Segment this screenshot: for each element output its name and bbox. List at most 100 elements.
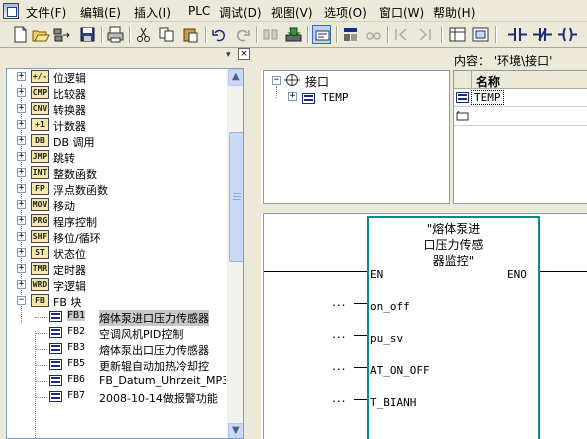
pin-icon[interactable]: ▾ xyxy=(226,50,231,60)
expand-icon[interactable]: + xyxy=(17,184,26,193)
copy-icon[interactable] xyxy=(157,25,176,44)
table-cell[interactable]: TEMP xyxy=(471,90,504,105)
input-pin[interactable]: T_BIANH xyxy=(370,396,416,409)
fb-item[interactable]: FB5 更新辊自动加热冷却控 xyxy=(7,357,226,373)
menu-plc[interactable]: PLC xyxy=(188,4,210,18)
expand-icon[interactable]: + xyxy=(17,216,26,225)
tree-item-word-logic[interactable]: + WRD 字逻辑 xyxy=(7,277,226,293)
input-pin[interactable]: pu_sv xyxy=(370,332,403,345)
menu-help[interactable]: 帮助(H) xyxy=(433,4,475,21)
menu-file[interactable]: 文件(F) xyxy=(26,4,66,21)
tree-item-converter[interactable]: + CNV 转换器 xyxy=(7,101,226,117)
param-wire xyxy=(354,399,367,400)
table-row[interactable] xyxy=(454,108,587,126)
expand-icon[interactable]: + xyxy=(17,168,26,177)
contact-nc-icon[interactable] xyxy=(533,25,552,44)
expand-icon[interactable]: + xyxy=(17,120,26,129)
tree-item-timers[interactable]: + TMR 定时器 xyxy=(7,261,226,277)
app-icon[interactable] xyxy=(3,3,19,19)
tree-item-bit-logic[interactable]: + +/- 位逻辑 xyxy=(7,69,226,85)
input-pin[interactable]: on_off xyxy=(370,300,410,313)
new-icon[interactable] xyxy=(11,25,30,44)
ladder-editor[interactable]: "熔体泵进 口压力传感 器监控" EN ENO on_off pu_sv AT_… xyxy=(263,213,587,439)
expand-icon[interactable]: + xyxy=(17,248,26,257)
interface-label[interactable]: 接口 xyxy=(305,73,329,90)
tree-item-counter[interactable]: + +1 计数器 xyxy=(7,117,226,133)
function-block[interactable]: "熔体泵进 口压力传感 器监控" EN ENO on_off pu_sv AT_… xyxy=(367,216,540,439)
fb-item[interactable]: FB2 空调风机PID控制 xyxy=(7,325,226,341)
undo-icon[interactable] xyxy=(210,25,229,44)
tree-item-jump[interactable]: + JMP 跳转 xyxy=(7,149,226,165)
en-pin[interactable]: EN xyxy=(370,268,383,281)
tree-item-move[interactable]: + MOV 移动 xyxy=(7,197,226,213)
online-icon[interactable] xyxy=(261,25,280,44)
fb-item[interactable]: FB3 熔体泵出口压力传感器 xyxy=(7,341,226,357)
fb-number: FB2 xyxy=(67,326,86,337)
paste-icon[interactable] xyxy=(181,25,200,44)
contact-no-icon[interactable] xyxy=(508,25,527,44)
param-placeholder[interactable]: ... xyxy=(332,327,346,341)
tree-item-program-control[interactable]: + PRG 程序控制 xyxy=(7,213,226,229)
menu-debug[interactable]: 调试(D) xyxy=(219,4,262,21)
menu-window[interactable]: 窗口(W) xyxy=(379,4,424,21)
scroll-up-button[interactable]: ▲ xyxy=(228,69,243,86)
tree-item-db-call[interactable]: + DB DB 调用 xyxy=(7,133,226,149)
next-icon[interactable] xyxy=(415,25,434,44)
param-placeholder[interactable]: ... xyxy=(332,391,346,405)
coil-icon[interactable] xyxy=(558,25,577,44)
vertical-scrollbar[interactable]: ▲ ▼ xyxy=(227,69,243,438)
close-icon[interactable]: × xyxy=(238,48,250,60)
tree-item-shift-rotate[interactable]: + SHF 移位/循环 xyxy=(7,229,226,245)
menu-options[interactable]: 选项(O) xyxy=(324,4,367,21)
expand-icon[interactable]: + xyxy=(17,280,26,289)
library-icon: CMP xyxy=(31,86,49,99)
monitor-icon[interactable] xyxy=(341,25,360,44)
temp-label[interactable]: TEMP xyxy=(322,91,349,104)
column-name-header[interactable]: 名称 xyxy=(476,73,500,90)
scroll-thumb[interactable] xyxy=(229,132,243,262)
cut-icon[interactable] xyxy=(134,25,153,44)
expand-icon[interactable]: + xyxy=(17,152,26,161)
expand-icon[interactable]: + xyxy=(17,136,26,145)
tree-item-fb-blocks[interactable]: − FB FB 块 xyxy=(7,293,226,309)
view-icon[interactable] xyxy=(448,25,467,44)
collapse-icon[interactable]: − xyxy=(272,76,281,85)
menu-insert[interactable]: 插入(I) xyxy=(134,4,171,21)
vertical-splitter[interactable] xyxy=(253,48,261,439)
expand-icon[interactable]: + xyxy=(17,200,26,209)
horizontal-splitter[interactable] xyxy=(261,204,587,213)
menu-edit[interactable]: 编辑(E) xyxy=(80,4,121,21)
print-icon[interactable] xyxy=(106,25,125,44)
network-icon[interactable] xyxy=(52,25,71,44)
download-icon[interactable] xyxy=(284,25,303,44)
param-placeholder[interactable]: ... xyxy=(332,359,346,373)
open-icon[interactable] xyxy=(31,25,50,44)
redo-icon[interactable] xyxy=(233,25,252,44)
param-placeholder[interactable]: ... xyxy=(332,295,346,309)
tree-item-float-function[interactable]: + FP 浮点数函数 xyxy=(7,181,226,197)
fb-item[interactable]: FB6 FB_Datum_Uhrzeit_MP3 xyxy=(7,373,226,389)
expand-icon[interactable]: + xyxy=(17,232,26,241)
tree-item-comparator[interactable]: + CMP 比较器 xyxy=(7,85,226,101)
table-row[interactable]: TEMP xyxy=(454,89,587,107)
eno-pin[interactable]: ENO xyxy=(507,268,527,281)
tree-item-status-bits[interactable]: + ST 状态位 xyxy=(7,245,226,261)
expand-icon[interactable]: + xyxy=(17,264,26,273)
zoom-icon[interactable] xyxy=(471,25,490,44)
expand-icon[interactable]: + xyxy=(17,104,26,113)
fb-item[interactable]: FB1 熔体泵进口压力传感器 xyxy=(7,309,226,326)
overview-icon[interactable] xyxy=(312,25,331,44)
expand-icon[interactable]: + xyxy=(17,72,26,81)
glasses-icon[interactable] xyxy=(364,25,383,44)
scroll-down-button[interactable]: ▼ xyxy=(228,423,243,438)
menu-view[interactable]: 视图(V) xyxy=(271,4,313,21)
expand-icon[interactable]: + xyxy=(17,88,26,97)
input-pin[interactable]: AT_ON_OFF xyxy=(370,364,430,377)
tree-item-integer-function[interactable]: + INT 整数函数 xyxy=(7,165,226,181)
library-icon: ST xyxy=(31,246,49,259)
prev-icon[interactable] xyxy=(392,25,411,44)
fb-item[interactable]: FB7 2008-10-14做报警功能 xyxy=(7,389,226,405)
expand-icon[interactable]: + xyxy=(288,92,297,101)
collapse-icon[interactable]: − xyxy=(17,296,26,305)
save-icon[interactable] xyxy=(78,25,97,44)
